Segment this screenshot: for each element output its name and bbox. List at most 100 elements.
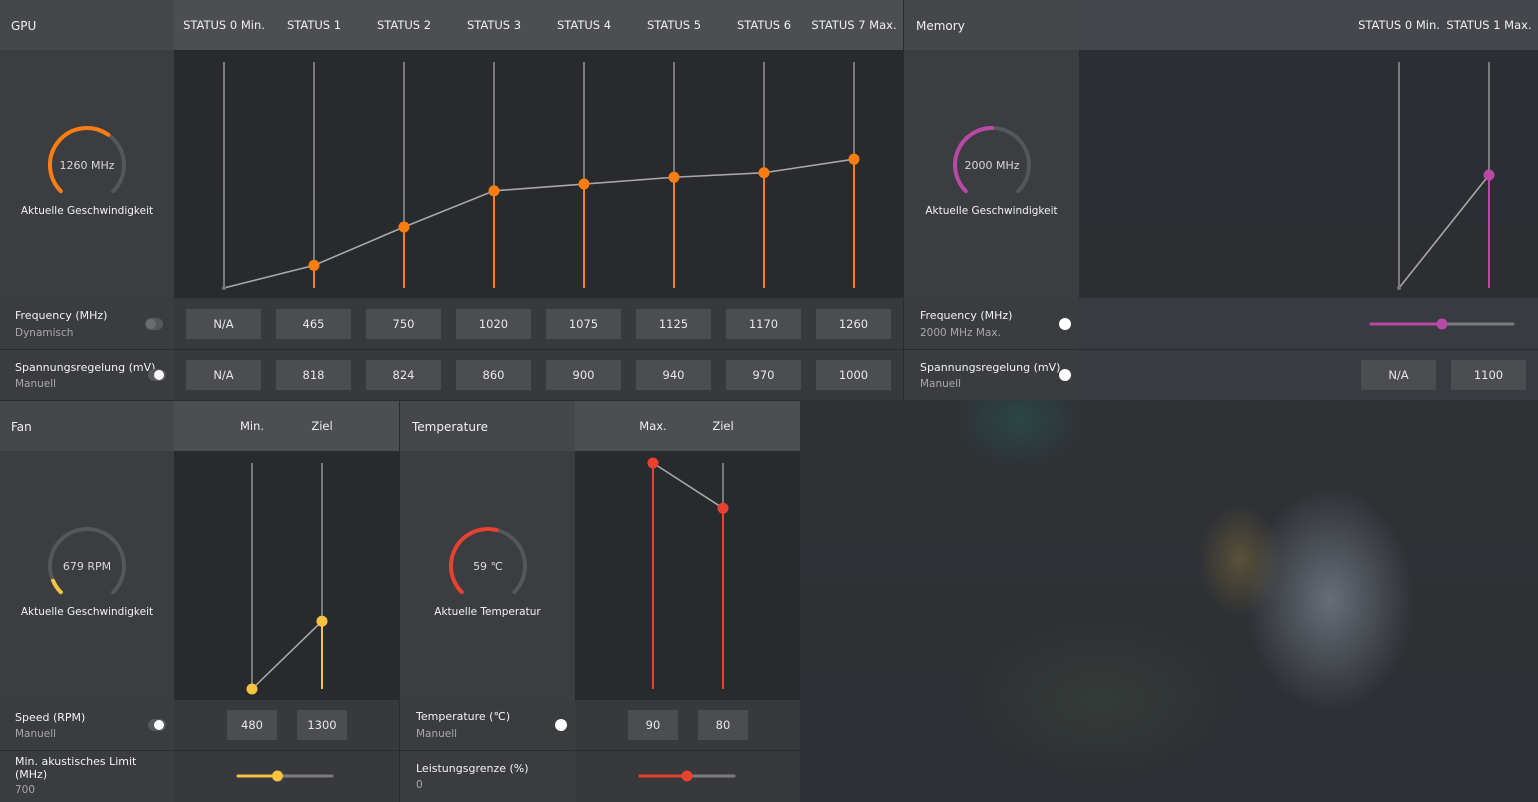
gpu-frequency-state-6[interactable]: 1170 [726, 309, 801, 339]
memory-frequency-label: Frequency (MHz) [920, 309, 1013, 322]
gpu-state-7-header: STATUS 7 Max. [811, 18, 897, 32]
curve-handle [647, 457, 659, 469]
fan-col-target-header: Ziel [311, 419, 333, 433]
gpu-voltage-state-5[interactable]: 940 [636, 360, 711, 390]
curve-handle [308, 259, 320, 271]
gpu-title-header: GPU [0, 0, 174, 50]
fan-col-min-header: Min. [239, 419, 265, 433]
memory-voltage-state-0[interactable]: N/A [1361, 360, 1436, 390]
gpu-frequency-curve[interactable] [174, 50, 903, 298]
power-limit-slider-row [575, 751, 800, 802]
curve-handle [488, 185, 500, 197]
fan-acoustic-slider[interactable] [236, 766, 336, 786]
fan-speed-curve[interactable] [174, 451, 399, 700]
gpu-voltage-state-6[interactable]: 970 [726, 360, 801, 390]
gpu-voltage-label: Spannungsregelung (mV) [15, 361, 156, 374]
power-limit-label-cell: Leistungsgrenze (%) 0 [400, 751, 575, 802]
temp-curve-panel [575, 451, 800, 700]
temp-max-value[interactable]: 90 [628, 710, 678, 740]
memory-title: Memory [916, 19, 965, 33]
fan-title-header: Fan [0, 401, 174, 451]
section-divider [399, 401, 400, 802]
memory-title-header: Memory [904, 0, 1079, 50]
memory-voltage-state-1[interactable]: 1100 [1451, 360, 1526, 390]
memory-frequency-mode: 2000 MHz Max. [920, 327, 1001, 339]
temperature-curve[interactable] [575, 451, 800, 700]
fan-speed-min-value[interactable]: 480 [227, 710, 277, 740]
gpu-frequency-state-1[interactable]: 465 [276, 309, 351, 339]
gpu-frequency-toggle[interactable] [145, 318, 163, 330]
curve-handle [246, 683, 258, 695]
fan-columns-header: Min. Ziel [174, 401, 399, 451]
temp-gauge-value: 59 ℃ [473, 560, 503, 573]
fan-acoustic-label-line1: Min. akustisches Limit [15, 755, 137, 768]
gpu-state-5-header: STATUS 5 [646, 18, 702, 32]
memory-frequency-slider[interactable] [1369, 314, 1519, 334]
temp-label-cell: Temperature (℃) Manuell [400, 700, 575, 750]
curve-handle [668, 171, 680, 183]
gpu-gauge-value: 1260 MHz [59, 159, 115, 172]
memory-voltage-values-row: N/A 1100 [1079, 350, 1538, 400]
gpu-frequency-state-0[interactable]: N/A [186, 309, 261, 339]
gpu-frequency-state-4[interactable]: 1075 [546, 309, 621, 339]
gpu-frequency-state-2[interactable]: 750 [366, 309, 441, 339]
fan-gauge-panel: 679 RPM Aktuelle Geschwindigkeit [0, 451, 174, 700]
gpu-voltage-state-2[interactable]: 824 [366, 360, 441, 390]
temp-target-value[interactable]: 80 [698, 710, 748, 740]
memory-frequency-toggle[interactable] [1059, 318, 1071, 330]
memory-voltage-toggle[interactable] [1059, 369, 1071, 381]
temp-mode: Manuell [416, 728, 458, 740]
memory-voltage-mode: Manuell [920, 378, 962, 390]
power-limit-label: Leistungsgrenze (%) [416, 762, 529, 775]
temp-toggle[interactable] [555, 719, 567, 731]
curve-handle [848, 153, 860, 165]
temp-columns-header: Max. Ziel [575, 401, 800, 451]
gpu-voltage-state-4[interactable]: 900 [546, 360, 621, 390]
fan-speed-mode: Manuell [15, 728, 57, 740]
gpu-frequency-state-5[interactable]: 1125 [636, 309, 711, 339]
gpu-state-4-header: STATUS 4 [556, 18, 612, 32]
gpu-state-6-header: STATUS 6 [736, 18, 792, 32]
temp-label: Temperature (℃) [416, 710, 511, 723]
gpu-frequency-state-7[interactable]: 1260 [816, 309, 891, 339]
gpu-state-3-header: STATUS 3 [466, 18, 522, 32]
curve-handle [398, 221, 410, 233]
memory-gauge-panel: 2000 MHz Aktuelle Geschwindigkeit [904, 50, 1079, 298]
memory-states-header: STATUS 0 Min. STATUS 1 Max. [1079, 0, 1538, 50]
gpu-voltage-state-3[interactable]: 860 [456, 360, 531, 390]
memory-state-0-header: STATUS 0 Min. [1358, 18, 1440, 32]
memory-frequency-slider-row [1079, 298, 1538, 349]
memory-voltage-label-cell: Spannungsregelung (mV) Manuell [904, 350, 1079, 400]
fan-acoustic-slider-row [174, 751, 399, 802]
curve-handle [1483, 169, 1495, 181]
curve-line [223, 158, 855, 289]
temp-title-header: Temperature [400, 401, 575, 451]
section-divider [903, 0, 904, 400]
memory-frequency-label-cell: Frequency (MHz) 2000 MHz Max. [904, 298, 1079, 349]
gpu-voltage-state-1[interactable]: 818 [276, 360, 351, 390]
temp-col-target-header: Ziel [712, 419, 734, 433]
fan-speed-toggle[interactable] [148, 719, 166, 731]
gpu-voltage-mode: Manuell [15, 378, 57, 390]
gpu-voltage-toggle[interactable] [148, 369, 166, 381]
fan-curve-panel [174, 451, 399, 700]
temp-gauge-caption: Aktuelle Temperatur [434, 606, 541, 618]
curve-handle [316, 615, 328, 627]
curve-line [652, 462, 724, 509]
memory-voltage-label: Spannungsregelung (mV) [920, 361, 1061, 374]
memory-state-1-header: STATUS 1 Max. [1446, 18, 1532, 32]
power-limit-slider[interactable] [638, 766, 738, 786]
fan-speed-target-value[interactable]: 1300 [297, 710, 347, 740]
temp-col-max-header: Max. [639, 419, 667, 433]
row-divider [0, 349, 1538, 350]
memory-gauge-value: 2000 MHz [964, 159, 1020, 172]
row-divider [0, 750, 800, 751]
gpu-frequency-state-3[interactable]: 1020 [456, 309, 531, 339]
gpu-voltage-state-0[interactable]: N/A [186, 360, 261, 390]
fan-speed-label: Speed (RPM) [15, 711, 86, 724]
row-divider [0, 400, 800, 401]
memory-frequency-curve[interactable] [1079, 50, 1538, 298]
gpu-voltage-state-7[interactable]: 1000 [816, 360, 891, 390]
curve-handle [717, 502, 729, 514]
gpu-curve-panel [174, 50, 903, 298]
